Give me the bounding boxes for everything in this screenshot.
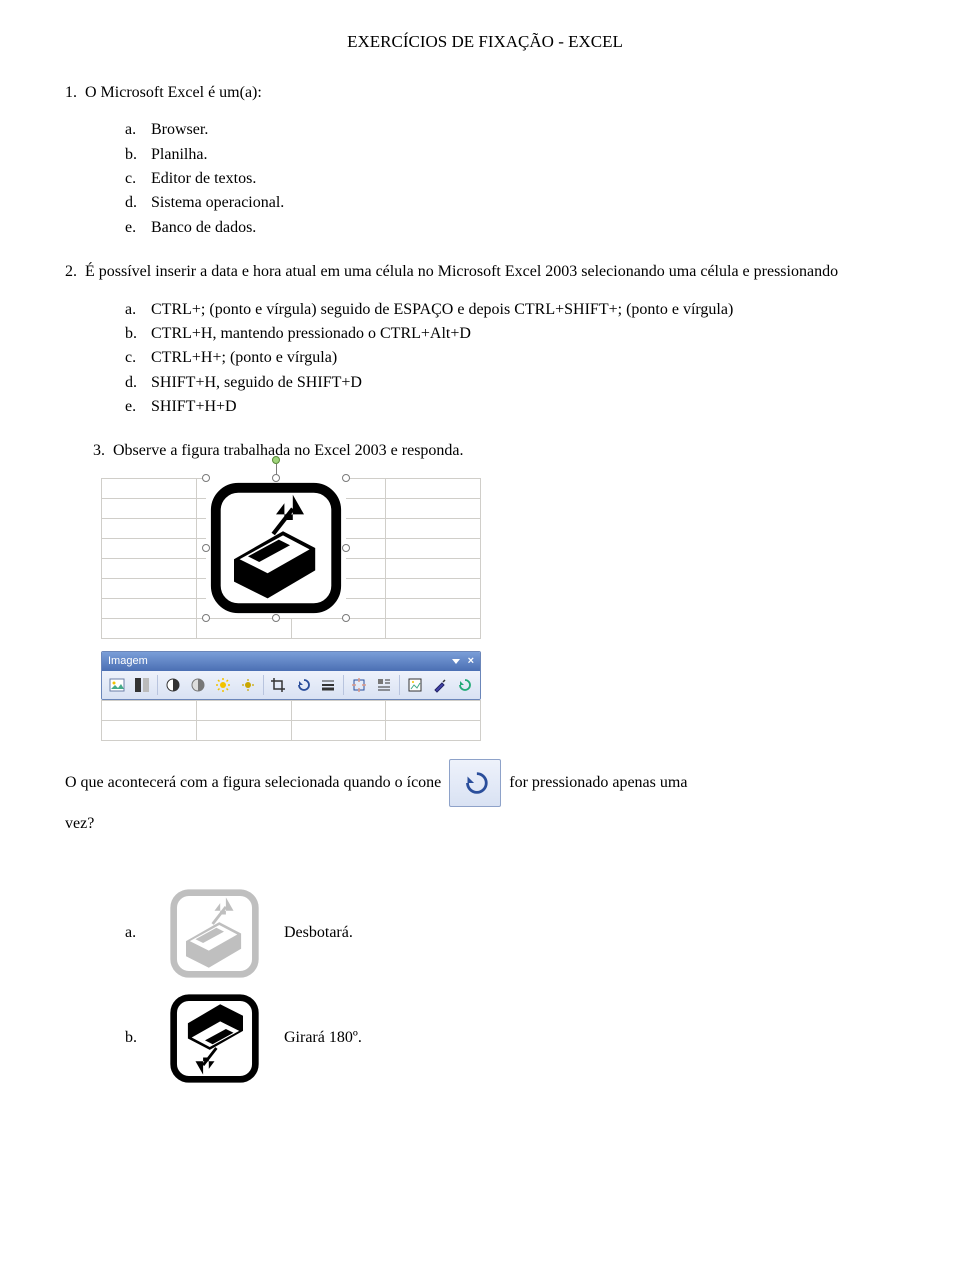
- opt-text: SHIFT+H+D: [151, 396, 905, 418]
- crop-button[interactable]: [268, 674, 290, 696]
- q1-opt-d: d.Sistema operacional.: [125, 192, 905, 214]
- question-1: 1. O Microsoft Excel é um(a): a.Browser.…: [65, 82, 905, 239]
- resize-handle-br[interactable]: [342, 614, 350, 622]
- opt-text: CTRL+; (ponto e vírgula) seguido de ESPA…: [151, 299, 905, 321]
- opt-letter: b.: [125, 144, 151, 166]
- q1-options: a.Browser. b.Planilha. c.Editor de texto…: [125, 119, 905, 239]
- q1-text: O Microsoft Excel é um(a):: [85, 84, 262, 101]
- insert-picture-button[interactable]: [106, 674, 128, 696]
- page-title: EXERCÍCIOS DE FIXAÇÃO - EXCEL: [65, 30, 905, 54]
- opt-letter: d.: [125, 372, 151, 394]
- opt-letter: b.: [125, 1027, 145, 1049]
- toolbar-separator: [263, 675, 264, 695]
- opt-text: Desbotará.: [284, 922, 353, 944]
- rotate-left-icon-large[interactable]: [449, 759, 501, 807]
- toolbar-separator: [343, 675, 344, 695]
- opt-letter: a.: [125, 299, 151, 321]
- opt-text: CTRL+H, mantendo pressionado o CTRL+Alt+…: [151, 323, 905, 345]
- opt-text: Editor de textos.: [151, 168, 905, 190]
- toolbar-options-dropdown-icon[interactable]: [452, 659, 460, 664]
- q1-stem: 1. O Microsoft Excel é um(a):: [65, 82, 905, 104]
- opt-text: Banco de dados.: [151, 217, 905, 239]
- q1-opt-a: a.Browser.: [125, 119, 905, 141]
- q3-number: 3.: [93, 442, 105, 459]
- excel-figure: Imagem ×: [101, 478, 481, 741]
- compress-pictures-button[interactable]: [348, 674, 370, 696]
- more-brightness-button[interactable]: [212, 674, 234, 696]
- q3-text: Observe a figura trabalhada no Excel 200…: [113, 442, 464, 459]
- opt-letter: c.: [125, 347, 151, 369]
- opt-letter: c.: [125, 168, 151, 190]
- q1-opt-c: c.Editor de textos.: [125, 168, 905, 190]
- q2-opt-d: d.SHIFT+H, seguido de SHIFT+D: [125, 372, 905, 394]
- q1-opt-b: b.Planilha.: [125, 144, 905, 166]
- ibeam-rotated-icon: [167, 991, 262, 1086]
- opt-text: SHIFT+H, seguido de SHIFT+D: [151, 372, 905, 394]
- q3-follow-after: for pressionado apenas uma: [509, 772, 687, 794]
- resize-handle-tm[interactable]: [272, 474, 280, 482]
- opt-text: Sistema operacional.: [151, 192, 905, 214]
- resize-handle-ml[interactable]: [202, 544, 210, 552]
- resize-handle-tr[interactable]: [342, 474, 350, 482]
- opt-text: Browser.: [151, 119, 905, 141]
- opt-letter: e.: [125, 396, 151, 418]
- ibeam-faded-icon: [167, 886, 262, 981]
- question-3: 3. Observe a figura trabalhada no Excel …: [65, 440, 905, 1085]
- ibeam-clipart-icon: [206, 478, 346, 618]
- q1-opt-e: e.Banco de dados.: [125, 217, 905, 239]
- q2-opt-c: c.CTRL+H+; (ponto e vírgula): [125, 347, 905, 369]
- resize-handle-bl[interactable]: [202, 614, 210, 622]
- rotation-handle[interactable]: [272, 456, 280, 464]
- resize-handle-mr[interactable]: [342, 544, 350, 552]
- q2-stem: 2. É possível inserir a data e hora atua…: [65, 261, 905, 283]
- rotate-left-button[interactable]: [292, 674, 314, 696]
- q2-opt-e: e.SHIFT+H+D: [125, 396, 905, 418]
- q2-options: a.CTRL+; (ponto e vírgula) seguido de ES…: [125, 299, 905, 419]
- reset-picture-button[interactable]: [454, 674, 476, 696]
- less-brightness-button[interactable]: [237, 674, 259, 696]
- spreadsheet-grid-below: [101, 700, 481, 741]
- opt-letter: a.: [125, 119, 151, 141]
- q2-opt-a: a.CTRL+; (ponto e vírgula) seguido de ES…: [125, 299, 905, 321]
- opt-text: Girará 180º.: [284, 1027, 362, 1049]
- opt-text: CTRL+H+; (ponto e vírgula): [151, 347, 905, 369]
- line-style-button[interactable]: [317, 674, 339, 696]
- opt-letter: b.: [125, 323, 151, 345]
- q2-opt-b: b.CTRL+H, mantendo pressionado o CTRL+Al…: [125, 323, 905, 345]
- opt-letter: d.: [125, 192, 151, 214]
- image-toolbar[interactable]: Imagem ×: [101, 651, 481, 700]
- opt-letter: a.: [125, 922, 145, 944]
- q3-stem: 3. Observe a figura trabalhada no Excel …: [65, 440, 905, 462]
- resize-handle-bm[interactable]: [272, 614, 280, 622]
- q3-followup: O que acontecerá com a figura selecionad…: [65, 759, 905, 807]
- resize-handle-tl[interactable]: [202, 474, 210, 482]
- q3-follow-before: O que acontecerá com a figura selecionad…: [65, 772, 441, 794]
- q3-follow-line2: vez?: [65, 813, 905, 835]
- selected-clipart[interactable]: [206, 478, 346, 618]
- more-contrast-button[interactable]: [162, 674, 184, 696]
- text-wrapping-button[interactable]: [373, 674, 395, 696]
- q3-opt-b: b. Girará 180º.: [125, 991, 905, 1086]
- color-mode-button[interactable]: [131, 674, 153, 696]
- toolbar-body: [102, 671, 480, 699]
- format-picture-button[interactable]: [404, 674, 426, 696]
- set-transparent-color-button[interactable]: [429, 674, 451, 696]
- q1-number: 1.: [65, 84, 77, 101]
- opt-letter: e.: [125, 217, 151, 239]
- toolbar-title-text: Imagem: [108, 654, 148, 669]
- toolbar-titlebar[interactable]: Imagem ×: [102, 652, 480, 671]
- less-contrast-button[interactable]: [187, 674, 209, 696]
- toolbar-separator: [399, 675, 400, 695]
- q2-text: É possível inserir a data e hora atual e…: [85, 263, 838, 280]
- q2-number: 2.: [65, 263, 77, 280]
- question-2: 2. É possível inserir a data e hora atua…: [65, 261, 905, 418]
- q3-opt-a: a. Desbotará.: [125, 886, 905, 981]
- opt-text: Planilha.: [151, 144, 905, 166]
- toolbar-separator: [157, 675, 158, 695]
- toolbar-close-icon[interactable]: ×: [468, 654, 474, 669]
